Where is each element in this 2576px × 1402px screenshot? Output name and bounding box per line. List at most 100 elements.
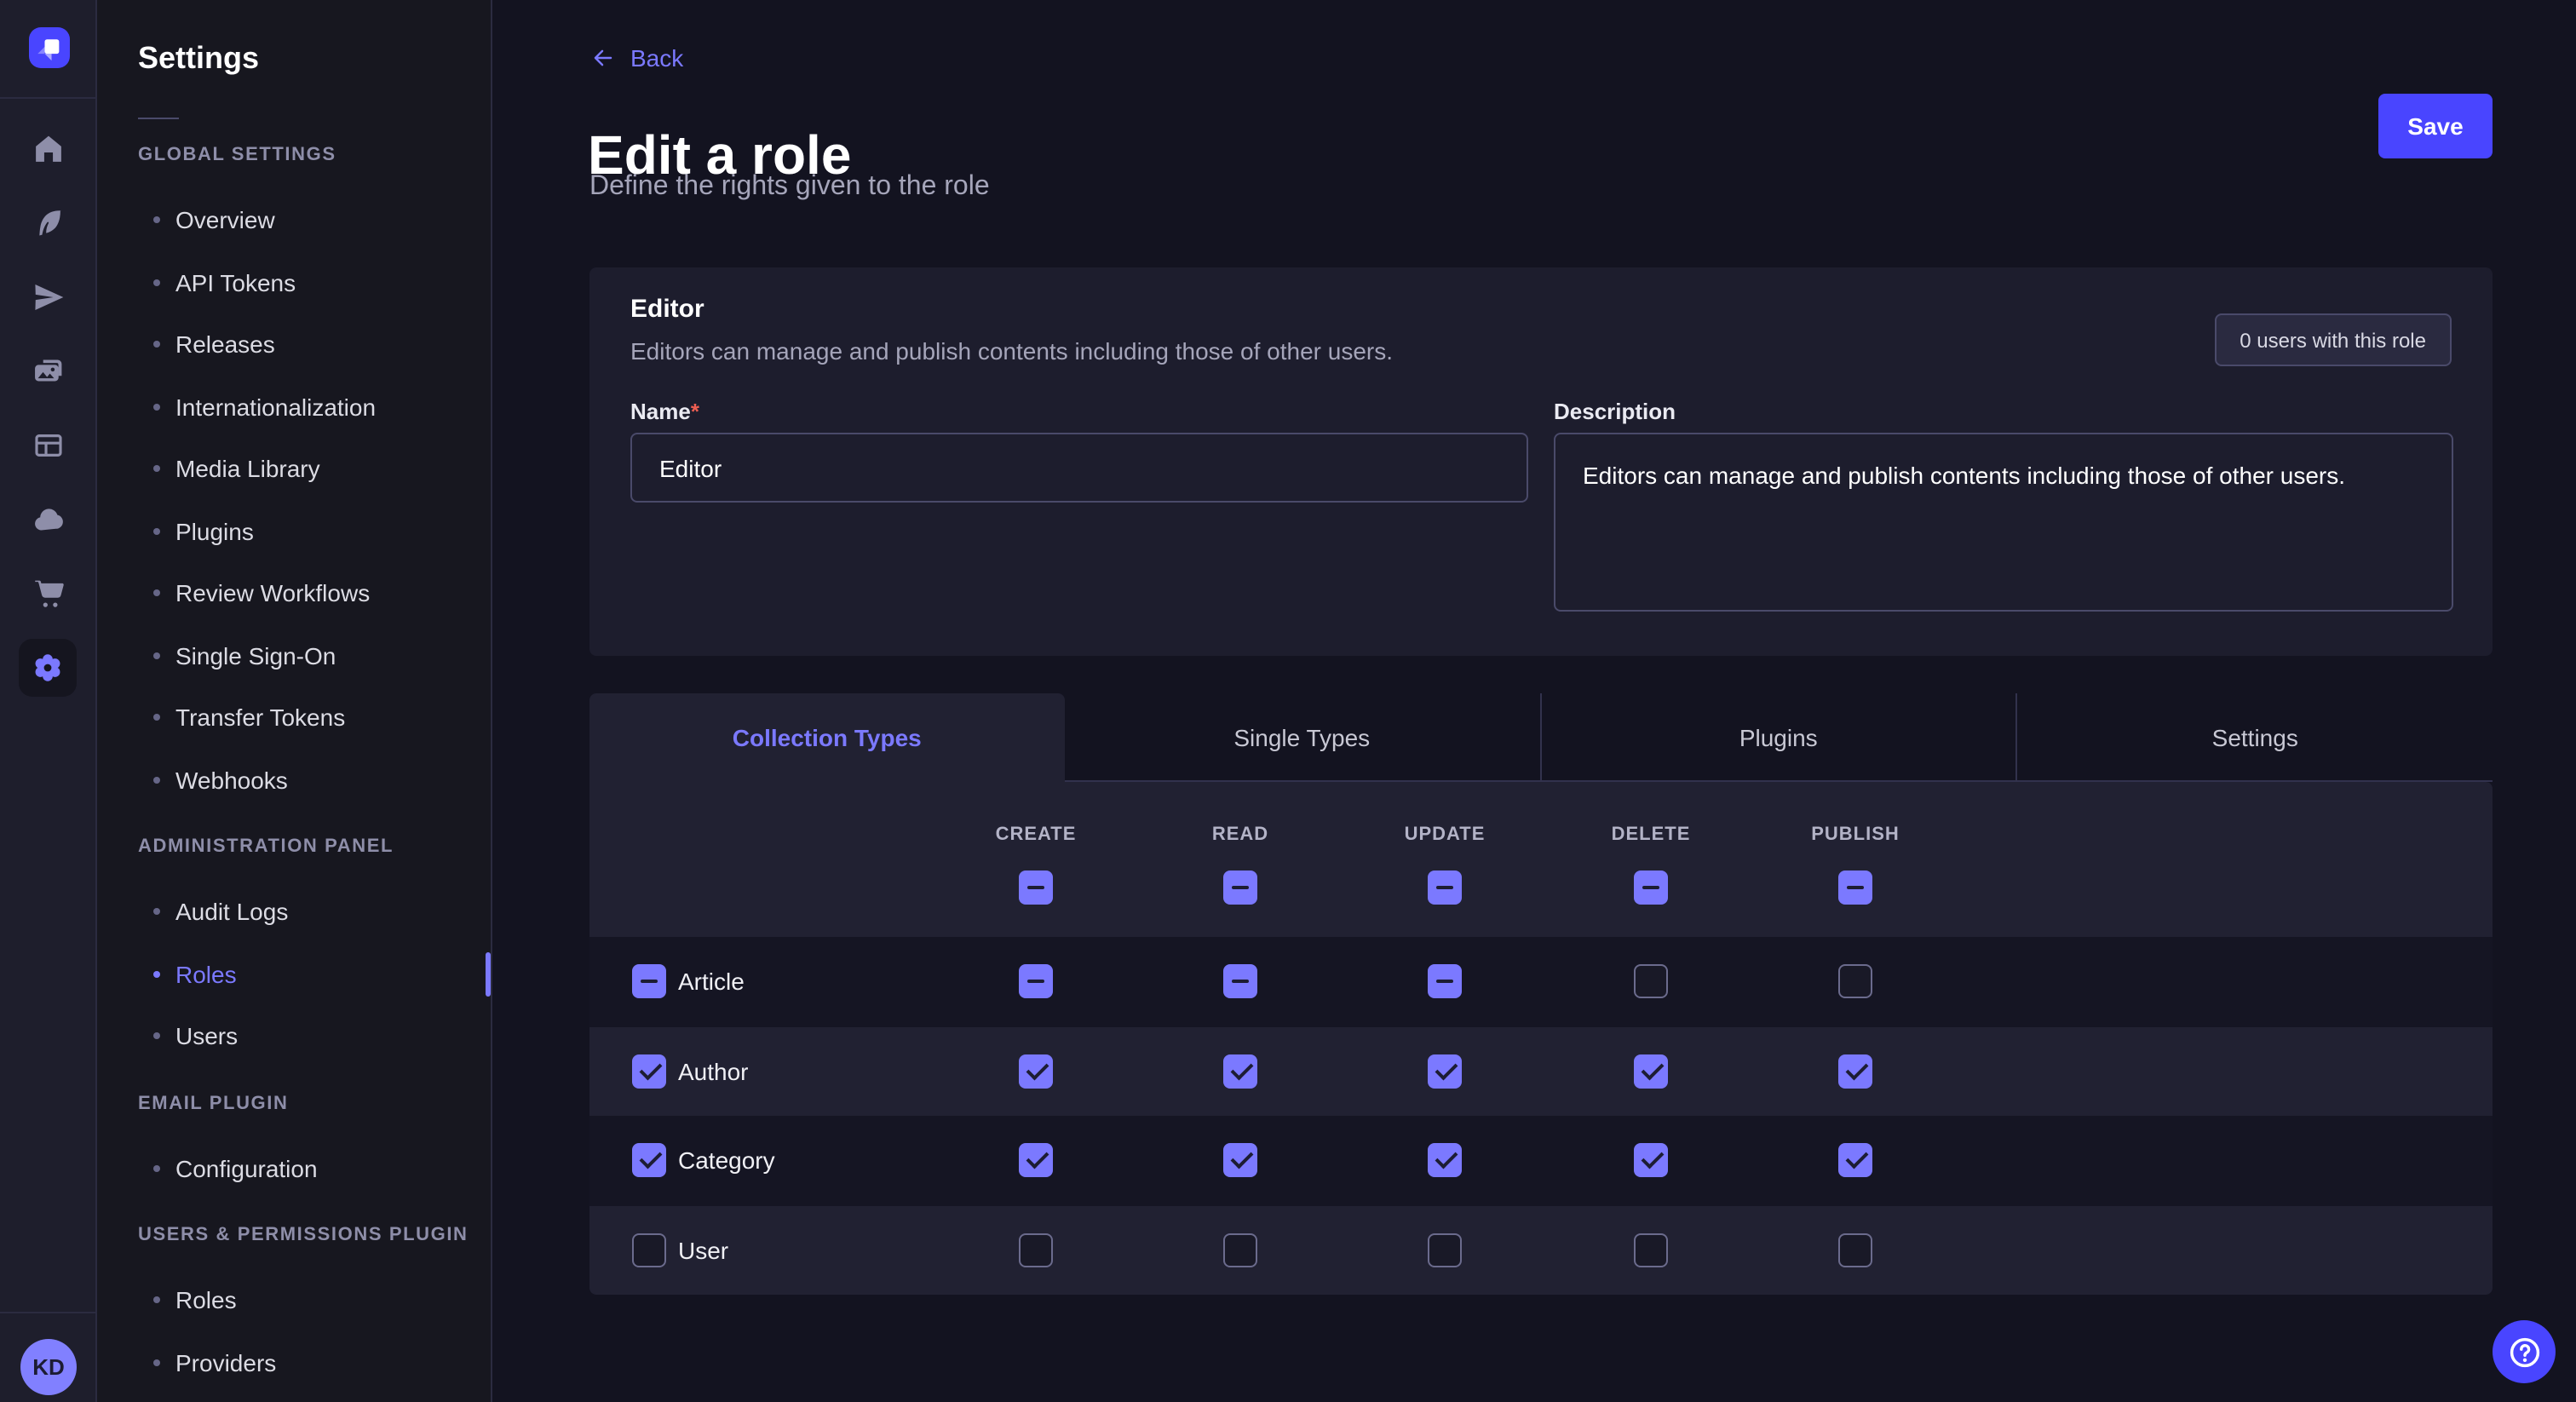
sidebar-item-webhooks[interactable]: Webhooks xyxy=(97,749,491,811)
sidebar-item-api-tokens[interactable]: API Tokens xyxy=(97,251,491,313)
tab-plugins[interactable]: Plugins xyxy=(1539,693,2016,782)
sidebar-section-label: USERS & PERMISSIONS PLUGIN xyxy=(138,1220,491,1250)
bullet-icon xyxy=(153,777,160,784)
permission-row-article: Article xyxy=(589,937,2493,1026)
bullet-icon xyxy=(153,1165,160,1172)
row-category-checkbox[interactable] xyxy=(632,1144,666,1178)
sidebar-item-label: Users xyxy=(175,1023,238,1050)
users-with-role-badge[interactable]: 0 users with this role xyxy=(2214,313,2452,366)
tab-single-types[interactable]: Single Types xyxy=(1065,693,1540,782)
sidebar-item-roles[interactable]: Roles xyxy=(97,943,491,1005)
row-user-checkbox[interactable] xyxy=(632,1233,666,1267)
category-update-checkbox[interactable] xyxy=(1428,1144,1462,1178)
sidebar-item-users[interactable]: Users xyxy=(97,1005,491,1067)
name-input[interactable] xyxy=(630,433,1528,503)
category-publish-checkbox[interactable] xyxy=(1838,1144,1872,1178)
sidebar-item-media-library[interactable]: Media Library xyxy=(97,438,491,500)
article-read-checkbox[interactable] xyxy=(1223,965,1257,999)
sidebar-item-releases[interactable]: Releases xyxy=(97,313,491,376)
sidebar-item-internationalization[interactable]: Internationalization xyxy=(97,376,491,438)
sidebar-item-audit-logs[interactable]: Audit Logs xyxy=(97,881,491,943)
sidebar-section-label: ADMINISTRATION PANEL xyxy=(138,831,491,862)
sidebar-item-label: Plugins xyxy=(175,518,254,545)
select-all-read-checkbox[interactable] xyxy=(1223,871,1257,905)
row-article-checkbox[interactable] xyxy=(632,965,666,999)
rail-item-layout[interactable] xyxy=(19,416,77,474)
rail-item-gear[interactable] xyxy=(19,639,77,697)
bullet-icon xyxy=(153,342,160,348)
sidebar-item-providers[interactable]: Providers xyxy=(97,1331,491,1393)
back-label: Back xyxy=(630,44,683,72)
rail-item-home[interactable] xyxy=(19,119,77,177)
sidebar-item-review-workflows[interactable]: Review Workflows xyxy=(97,562,491,624)
back-link[interactable]: Back xyxy=(589,44,683,72)
bullet-icon xyxy=(153,590,160,597)
media-icon xyxy=(30,353,66,389)
bullet-icon xyxy=(153,466,160,473)
sidebar-item-plugins[interactable]: Plugins xyxy=(97,500,491,562)
feather-icon xyxy=(30,205,66,241)
author-read-checkbox[interactable] xyxy=(1223,1054,1257,1089)
rail-item-cart[interactable] xyxy=(19,564,77,622)
description-textarea[interactable]: Editors can manage and publish contents … xyxy=(1554,433,2453,612)
category-delete-checkbox[interactable] xyxy=(1634,1144,1668,1178)
bullet-icon xyxy=(153,217,160,224)
category-create-checkbox[interactable] xyxy=(1019,1144,1053,1178)
strapi-logo[interactable] xyxy=(29,27,70,68)
sidebar-item-transfer-tokens[interactable]: Transfer Tokens xyxy=(97,687,491,749)
sidebar-item-single-sign-on[interactable]: Single Sign-On xyxy=(97,624,491,687)
strapi-logo-icon xyxy=(30,28,69,67)
tab-settings[interactable]: Settings xyxy=(2016,693,2493,782)
rail-item-feather[interactable] xyxy=(19,194,77,252)
sidebar-item-roles[interactable]: Roles xyxy=(97,1269,491,1331)
bullet-icon xyxy=(153,1033,160,1040)
row-label: Category xyxy=(678,1147,775,1175)
rail-item-paper-plane[interactable] xyxy=(19,267,77,325)
sidebar-item-label: Single Sign-On xyxy=(175,642,336,669)
permission-row-user: User xyxy=(589,1205,2493,1295)
sidebar-section-label: GLOBAL SETTINGS xyxy=(138,140,491,170)
cloud-icon xyxy=(30,502,66,537)
author-publish-checkbox[interactable] xyxy=(1838,1054,1872,1089)
permissions-tabs: Collection TypesSingle Types Plugins Setti… xyxy=(589,693,2493,782)
avatar[interactable]: KD xyxy=(20,1339,77,1395)
column-header-delete: DELETE xyxy=(1612,825,1691,845)
tab-label: Plugins xyxy=(1739,723,1818,750)
sidebar-item-label: Media Library xyxy=(175,456,320,483)
author-create-checkbox[interactable] xyxy=(1019,1054,1053,1089)
article-update-checkbox[interactable] xyxy=(1428,965,1462,999)
user-create-checkbox[interactable] xyxy=(1019,1233,1053,1267)
row-author-checkbox[interactable] xyxy=(632,1054,666,1089)
rail-item-cloud[interactable] xyxy=(19,491,77,549)
bullet-icon xyxy=(153,404,160,411)
sidebar-item-configuration[interactable]: Configuration xyxy=(97,1137,491,1199)
icon-rail: KD xyxy=(0,0,97,1402)
user-update-checkbox[interactable] xyxy=(1428,1233,1462,1267)
column-header-publish: PUBLISH xyxy=(1811,825,1900,845)
save-button[interactable]: Save xyxy=(2378,94,2493,158)
row-label: User xyxy=(678,1237,728,1264)
select-all-update-checkbox[interactable] xyxy=(1428,871,1462,905)
settings-sidebar: Settings GLOBAL SETTINGS OverviewAPI Toke… xyxy=(97,0,492,1402)
article-delete-checkbox[interactable] xyxy=(1634,965,1668,999)
author-delete-checkbox[interactable] xyxy=(1634,1054,1668,1089)
article-create-checkbox[interactable] xyxy=(1019,965,1053,999)
select-all-create-checkbox[interactable] xyxy=(1019,871,1053,905)
sidebar-item-label: Releases xyxy=(175,331,275,359)
article-publish-checkbox[interactable] xyxy=(1838,965,1872,999)
rail-item-media[interactable] xyxy=(19,342,77,400)
author-update-checkbox[interactable] xyxy=(1428,1054,1462,1089)
user-read-checkbox[interactable] xyxy=(1223,1233,1257,1267)
category-read-checkbox[interactable] xyxy=(1223,1144,1257,1178)
help-button[interactable] xyxy=(2493,1320,2556,1383)
sidebar-title: Settings xyxy=(138,41,491,77)
tab-collection-types[interactable]: Collection Types xyxy=(589,693,1065,782)
user-publish-checkbox[interactable] xyxy=(1838,1233,1872,1267)
select-all-delete-checkbox[interactable] xyxy=(1634,871,1668,905)
sidebar-item-label: Webhooks xyxy=(175,767,288,794)
sidebar-item-overview[interactable]: Overview xyxy=(97,189,491,251)
question-icon xyxy=(2505,1333,2543,1370)
user-delete-checkbox[interactable] xyxy=(1634,1233,1668,1267)
arrow-left-icon xyxy=(589,44,617,72)
select-all-publish-checkbox[interactable] xyxy=(1838,871,1872,905)
